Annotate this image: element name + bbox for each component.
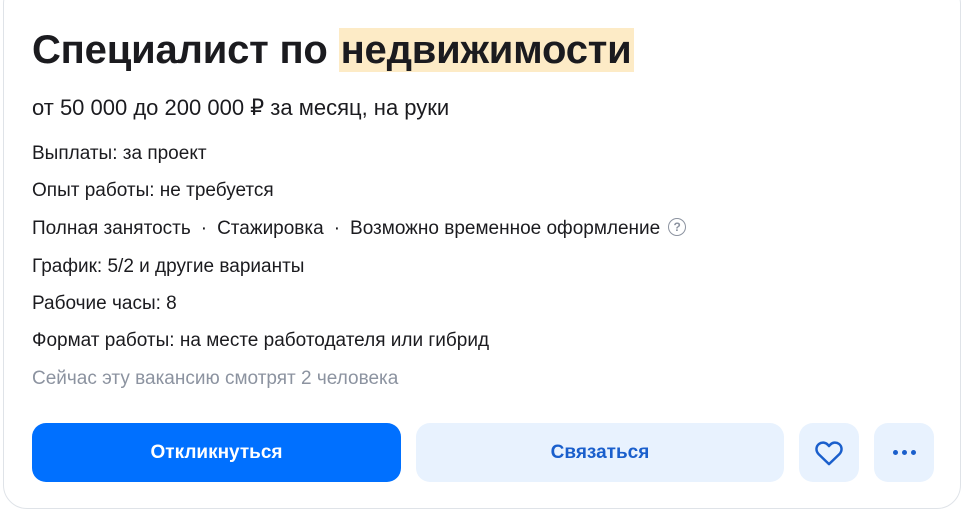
employment-tag: Стажировка	[217, 218, 324, 239]
vacancy-title-highlight: недвижимости	[338, 28, 634, 72]
employment-tag: Возможно временное оформление	[350, 218, 661, 239]
help-icon[interactable]: ?	[668, 217, 687, 236]
schedule-text: График: 5/2 и другие варианты	[32, 256, 305, 277]
favorite-button[interactable]	[799, 423, 859, 482]
contact-button[interactable]: Связаться	[416, 423, 784, 482]
tag-separator: ·	[200, 218, 208, 239]
hours-text: Рабочие часы: 8	[32, 293, 177, 314]
respond-button[interactable]: Откликнуться	[32, 423, 401, 482]
more-dots-icon	[892, 450, 916, 455]
tag-separator: ·	[333, 218, 341, 239]
viewers-text: Сейчас эту вакансию смотрят 2 человека	[32, 368, 399, 389]
employment-tag: Полная занятость	[32, 218, 191, 239]
vacancy-title: Специалист по недвижимости	[32, 26, 634, 74]
experience-text: Опыт работы: не требуется	[32, 180, 274, 201]
more-button[interactable]	[874, 423, 934, 482]
work-format-text: Формат работы: на месте работодателя или…	[32, 330, 490, 351]
vacancy-title-prefix: Специалист по	[32, 28, 328, 72]
employment-tags: Полная занятость · Стажировка · Возможно вре…	[32, 217, 687, 241]
heart-icon	[815, 440, 843, 465]
contact-button-label: Связаться	[550, 441, 650, 463]
respond-button-label: Откликнуться	[150, 441, 283, 463]
payments-text: Выплаты: за проект	[32, 143, 207, 164]
salary-text: от 50 000 до 200 000 ₽ за месяц, на руки	[32, 95, 450, 120]
